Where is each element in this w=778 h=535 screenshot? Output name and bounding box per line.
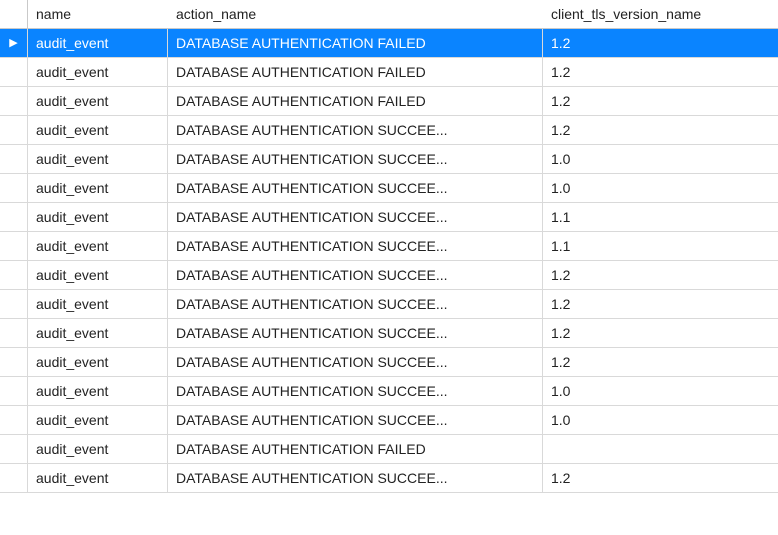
cell-action-name[interactable]: DATABASE AUTHENTICATION SUCCEE... [168, 203, 543, 232]
cell-action-name[interactable]: DATABASE AUTHENTICATION SUCCEE... [168, 348, 543, 377]
column-header-client-tls-version-name[interactable]: client_tls_version_name [543, 0, 778, 29]
row-indicator[interactable] [0, 203, 28, 232]
cell-client-tls-version-name[interactable]: 1.2 [543, 116, 778, 145]
cell-client-tls-version-name[interactable]: 1.1 [543, 232, 778, 261]
column-header-action-name[interactable]: action_name [168, 0, 543, 29]
row-indicator[interactable] [0, 232, 28, 261]
row-indicator[interactable] [0, 58, 28, 87]
cell-name[interactable]: audit_event [28, 232, 168, 261]
cell-action-name[interactable]: DATABASE AUTHENTICATION FAILED [168, 87, 543, 116]
cell-action-name[interactable]: DATABASE AUTHENTICATION SUCCEE... [168, 174, 543, 203]
cell-client-tls-version-name[interactable]: 1.2 [543, 290, 778, 319]
cell-name[interactable]: audit_event [28, 203, 168, 232]
cell-action-name[interactable]: DATABASE AUTHENTICATION SUCCEE... [168, 232, 543, 261]
row-indicator[interactable] [0, 377, 28, 406]
cell-client-tls-version-name[interactable]: 1.0 [543, 377, 778, 406]
cell-client-tls-version-name[interactable]: 1.0 [543, 145, 778, 174]
cell-name[interactable]: audit_event [28, 319, 168, 348]
cell-name[interactable]: audit_event [28, 116, 168, 145]
cell-action-name[interactable]: DATABASE AUTHENTICATION FAILED [168, 435, 543, 464]
cell-action-name[interactable]: DATABASE AUTHENTICATION SUCCEE... [168, 464, 543, 493]
cell-action-name[interactable]: DATABASE AUTHENTICATION SUCCEE... [168, 406, 543, 435]
cell-action-name[interactable]: DATABASE AUTHENTICATION SUCCEE... [168, 319, 543, 348]
row-indicator[interactable] [0, 116, 28, 145]
row-indicator[interactable]: ▶ [0, 29, 28, 58]
cell-name[interactable]: audit_event [28, 348, 168, 377]
cell-client-tls-version-name[interactable]: 1.2 [543, 261, 778, 290]
cell-client-tls-version-name[interactable] [543, 435, 778, 464]
cell-client-tls-version-name[interactable]: 1.0 [543, 406, 778, 435]
row-indicator[interactable] [0, 174, 28, 203]
row-indicator[interactable] [0, 319, 28, 348]
cell-name[interactable]: audit_event [28, 58, 168, 87]
cell-client-tls-version-name[interactable]: 1.2 [543, 29, 778, 58]
cell-name[interactable]: audit_event [28, 145, 168, 174]
cell-action-name[interactable]: DATABASE AUTHENTICATION SUCCEE... [168, 290, 543, 319]
row-header-gutter [0, 0, 28, 29]
cell-name[interactable]: audit_event [28, 406, 168, 435]
row-indicator[interactable] [0, 290, 28, 319]
cell-name[interactable]: audit_event [28, 435, 168, 464]
cell-client-tls-version-name[interactable]: 1.1 [543, 203, 778, 232]
column-header-name[interactable]: name [28, 0, 168, 29]
cell-client-tls-version-name[interactable]: 1.2 [543, 348, 778, 377]
cell-name[interactable]: audit_event [28, 290, 168, 319]
cell-action-name[interactable]: DATABASE AUTHENTICATION SUCCEE... [168, 145, 543, 174]
cell-name[interactable]: audit_event [28, 29, 168, 58]
row-indicator[interactable] [0, 145, 28, 174]
cell-name[interactable]: audit_event [28, 377, 168, 406]
cell-client-tls-version-name[interactable]: 1.2 [543, 464, 778, 493]
row-indicator[interactable] [0, 464, 28, 493]
cell-action-name[interactable]: DATABASE AUTHENTICATION SUCCEE... [168, 377, 543, 406]
cell-action-name[interactable]: DATABASE AUTHENTICATION FAILED [168, 29, 543, 58]
cell-client-tls-version-name[interactable]: 1.2 [543, 58, 778, 87]
cell-action-name[interactable]: DATABASE AUTHENTICATION SUCCEE... [168, 261, 543, 290]
row-indicator[interactable] [0, 435, 28, 464]
row-indicator[interactable] [0, 348, 28, 377]
cell-action-name[interactable]: DATABASE AUTHENTICATION SUCCEE... [168, 116, 543, 145]
cell-action-name[interactable]: DATABASE AUTHENTICATION FAILED [168, 58, 543, 87]
cell-client-tls-version-name[interactable]: 1.0 [543, 174, 778, 203]
row-indicator[interactable] [0, 261, 28, 290]
cell-name[interactable]: audit_event [28, 174, 168, 203]
cell-client-tls-version-name[interactable]: 1.2 [543, 319, 778, 348]
cell-client-tls-version-name[interactable]: 1.2 [543, 87, 778, 116]
cell-name[interactable]: audit_event [28, 87, 168, 116]
cell-name[interactable]: audit_event [28, 261, 168, 290]
row-indicator[interactable] [0, 406, 28, 435]
cell-name[interactable]: audit_event [28, 464, 168, 493]
current-row-arrow-icon: ▶ [9, 38, 17, 49]
row-indicator[interactable] [0, 87, 28, 116]
results-table[interactable]: name action_name client_tls_version_name… [0, 0, 778, 493]
